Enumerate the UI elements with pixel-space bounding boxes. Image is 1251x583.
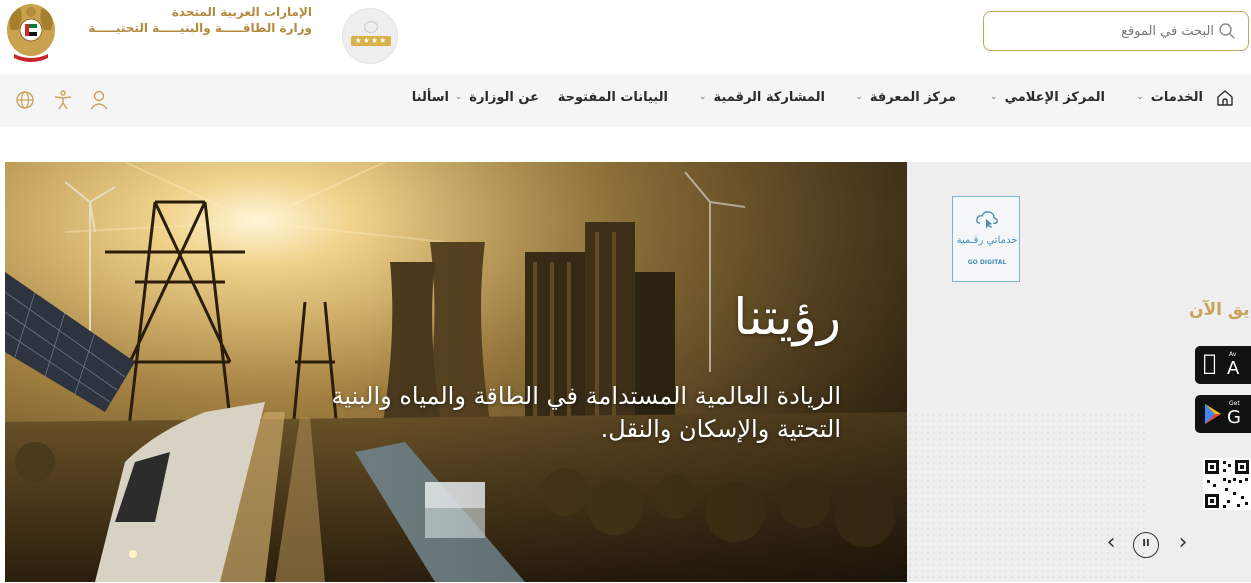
chevron-down-icon: ⌄	[1136, 92, 1144, 102]
google-play-button[interactable]: Get G	[1195, 395, 1251, 433]
nav-item-media-center[interactable]: المركز الإعلامي ⌄	[990, 90, 1105, 110]
nav-item-open-data[interactable]: البيانات المفتوحة	[558, 90, 668, 110]
hero-description: الريادة العالمية المستدامة في الطاقة وال…	[331, 382, 841, 443]
google-play-small-text: Get	[1229, 400, 1240, 407]
main-navigation: الخدمات⌄ المركز الإعلامي⌄ مركز المعرفة⌄ …	[0, 74, 1251, 127]
top-header: الإمارات العربية المتحدة وزارة الطاقــــ…	[0, 0, 1251, 70]
nav-item-ask-us[interactable]: اسألنا	[412, 90, 449, 110]
nav-item-about-ministry[interactable]: عن الوزارة ⌄	[455, 90, 539, 110]
search-input[interactable]	[1024, 18, 1214, 44]
hero-banner[interactable]: رؤيتنا الريادة العالمية المستدامة في الط…	[5, 162, 907, 582]
app-store-button[interactable]:  Av A	[1195, 346, 1251, 384]
carousel-prev-button[interactable]: ‹	[1099, 532, 1123, 556]
globe-icon[interactable]	[14, 89, 36, 111]
nav-item-label: البيانات المفتوحة	[557, 90, 668, 105]
nav-item-services[interactable]: الخدمات ⌄	[1136, 90, 1203, 110]
accessibility-icon[interactable]	[52, 89, 74, 111]
user-icon[interactable]	[88, 89, 110, 111]
qr-code	[1203, 458, 1251, 510]
rating-badge: ★★★★	[342, 8, 398, 64]
apple-icon: 	[1203, 352, 1216, 376]
google-play-icon	[1205, 404, 1221, 424]
uae-emblem-logo[interactable]	[2, 0, 60, 64]
ministry-title: وزارة الطاقـــــة والبنيـــــة التحتيـــ…	[88, 21, 312, 35]
chevron-down-icon: ⌄	[990, 92, 998, 102]
nav-item-digital-participation[interactable]: المشاركة الرقمية ⌄	[699, 90, 825, 110]
home-icon[interactable]	[1215, 88, 1235, 108]
carousel-next-button[interactable]: ›	[1171, 532, 1195, 556]
go-digital-english: GO DIGITAL	[967, 259, 1007, 266]
carousel-controls: ‹ II ›	[1097, 528, 1197, 562]
cloud-cursor-icon	[976, 211, 998, 229]
carousel-pause-button[interactable]: II	[1133, 532, 1159, 558]
google-play-big-text: G	[1227, 407, 1241, 428]
hero-background-image	[5, 162, 907, 582]
chevron-down-icon: ⌄	[454, 92, 463, 102]
nav-item-label: المشاركة الرقمية	[713, 90, 825, 105]
download-app-label: يق الآن	[1189, 300, 1250, 320]
app-store-small-text: Av	[1229, 351, 1237, 358]
country-name: الإمارات العربية المتحدة	[171, 5, 312, 19]
search-icon[interactable]	[1218, 22, 1236, 40]
rating-crest-icon	[364, 21, 378, 33]
go-digital-arabic: خدماتي رقـمية	[956, 235, 1018, 246]
ministry-name[interactable]: الإمارات العربية المتحدة وزارة الطاقــــ…	[66, 4, 312, 36]
app-store-big-text: A	[1227, 358, 1240, 379]
star-rating-icon: ★★★★	[351, 36, 391, 46]
nav-item-label: المركز الإعلامي	[1004, 90, 1105, 105]
nav-item-knowledge-center[interactable]: مركز المعرفة ⌄	[855, 90, 956, 110]
nav-item-label: الخدمات	[1150, 90, 1203, 105]
nav-item-label: اسألنا	[411, 90, 449, 105]
go-digital-badge[interactable]: خدماتي رقـمية GO DIGITAL	[952, 196, 1020, 282]
chevron-down-icon: ⌄	[855, 92, 863, 102]
nav-item-label: عن الوزارة	[469, 90, 539, 105]
nav-item-label: مركز المعرفة	[869, 90, 956, 105]
side-panel: خدماتي رقـمية GO DIGITAL يق الآن  Av A …	[907, 162, 1251, 582]
chevron-down-icon: ⌄	[698, 92, 707, 102]
search-box[interactable]	[983, 11, 1249, 51]
hero-title: رؤيتنا	[733, 288, 841, 346]
